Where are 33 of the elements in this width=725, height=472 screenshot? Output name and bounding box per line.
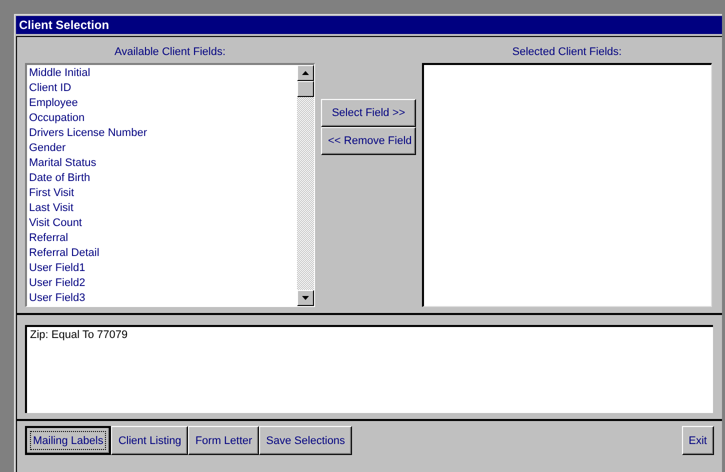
list-item[interactable]: Occupation — [29, 111, 297, 126]
criteria-box: Zip: Equal To 77079 — [25, 325, 713, 413]
list-label: Selected Client Fields: — [512, 45, 622, 60]
scroll-thumb[interactable] — [297, 81, 314, 97]
list-item[interactable]: Referral — [29, 231, 297, 246]
action-button[interactable]: Form Letter — [188, 426, 260, 455]
move-button[interactable]: << Remove Field — [321, 127, 416, 155]
window-title: Client Selection — [16, 16, 722, 34]
list-item[interactable]: Referral Detail — [29, 246, 297, 261]
action-button[interactable]: Save Selections — [259, 426, 352, 455]
list-label: Available Client Fields: — [114, 45, 226, 60]
list-item[interactable]: Employee — [29, 96, 297, 111]
list-item[interactable]: Gender — [29, 141, 297, 156]
list-item[interactable]: Visit Count — [29, 216, 297, 231]
list-item[interactable]: Date of Birth — [29, 171, 297, 186]
list-item[interactable]: Client ID — [29, 81, 297, 96]
list-item[interactable]: Middle Initial — [29, 66, 297, 81]
list-item[interactable]: Last Visit — [29, 201, 297, 216]
list-item[interactable]: Drivers License Number — [29, 126, 297, 141]
action-button[interactable]: Client Listing — [111, 426, 188, 455]
selected-fields-list[interactable] — [422, 63, 712, 307]
list-item[interactable]: User Field3 — [29, 291, 297, 306]
list-item[interactable]: Marital Status — [29, 156, 297, 171]
list-item[interactable]: User Field1 — [29, 261, 297, 276]
move-button[interactable]: Select Field >> — [321, 99, 416, 127]
scroll-up-icon[interactable] — [297, 65, 314, 81]
available-fields-list[interactable]: Middle Initial Client ID Employee Occupation Drivers License Number Gender Marital Status Date of Birth First Visit Last Visit Visit Count Referral Referral Detail User Field1 User Field2 User Field3 — [25, 63, 315, 307]
scrollbar[interactable] — [297, 65, 314, 306]
action-button[interactable]: Mailing Labels — [25, 426, 112, 455]
list-item[interactable]: First Visit — [29, 186, 297, 201]
exit-button[interactable]: Exit — [682, 426, 714, 455]
scroll-down-icon[interactable] — [297, 290, 314, 306]
list-item[interactable]: User Field2 — [29, 276, 297, 291]
